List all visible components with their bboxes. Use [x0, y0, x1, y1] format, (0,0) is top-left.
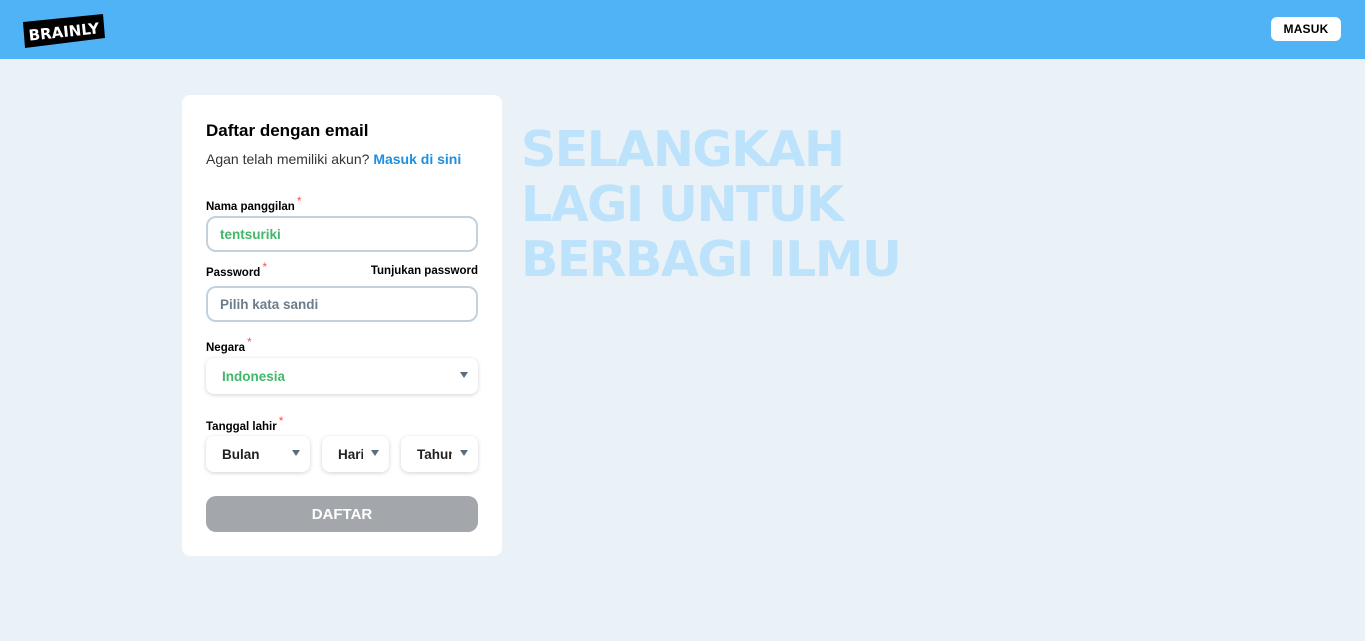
chevron-down-icon — [460, 372, 468, 378]
birth-day-select[interactable]: Hari — [322, 436, 389, 472]
required-mark: * — [247, 335, 252, 349]
birthdate-label: Tanggal lahir * — [206, 414, 283, 433]
country-value: Indonesia — [222, 368, 286, 384]
password-label-text: Password — [206, 267, 261, 279]
birthdate-label-text: Tanggal lahir — [206, 421, 277, 433]
country-label: Negara * — [206, 335, 252, 354]
brainly-logo[interactable]: BRAINLY — [23, 14, 105, 48]
hero-line: LAGI UNTUK — [521, 176, 844, 233]
login-button[interactable]: MASUK — [1271, 17, 1341, 41]
form-subtitle: Agan telah memiliki akun? Masuk di sini — [206, 151, 461, 167]
hero-line: BERBAGI ILMU — [521, 231, 902, 288]
hero-line: SELANGKAH — [521, 121, 845, 178]
show-password-toggle[interactable]: Tunjukan password — [371, 265, 478, 277]
login-link[interactable]: Masuk di sini — [373, 151, 461, 167]
password-label: Password * — [206, 260, 267, 279]
nickname-label: Nama panggilan * — [206, 194, 302, 213]
chevron-down-icon — [371, 450, 379, 456]
form-title: Daftar dengan email — [206, 121, 369, 140]
hero-headline: SELANGKAH LAGI UNTUK BERBAGI ILMU — [521, 121, 902, 288]
register-button[interactable]: DAFTAR — [206, 496, 478, 532]
required-mark: * — [262, 260, 267, 274]
signup-card: Daftar dengan email Agan telah memiliki … — [182, 95, 502, 556]
chevron-down-icon — [460, 450, 468, 456]
birth-month-value: Bulan — [222, 446, 260, 462]
birth-month-select[interactable]: Bulan — [206, 436, 310, 472]
nickname-input[interactable] — [206, 216, 478, 252]
required-mark: * — [296, 194, 302, 208]
birth-year-select[interactable]: Tahun — [401, 436, 478, 472]
birth-year-value: Tahun — [417, 446, 457, 462]
chevron-down-icon — [292, 450, 300, 456]
country-label-text: Negara — [206, 342, 245, 354]
subtitle-text: Agan telah memiliki akun? — [206, 151, 370, 167]
top-bar: BRAINLY MASUK — [0, 0, 1365, 59]
nickname-label-text: Nama panggilan — [206, 201, 295, 213]
country-select[interactable]: Indonesia — [206, 358, 478, 394]
password-input[interactable] — [206, 286, 478, 322]
required-mark: * — [278, 414, 284, 428]
birth-day-value: Hari — [338, 446, 365, 462]
